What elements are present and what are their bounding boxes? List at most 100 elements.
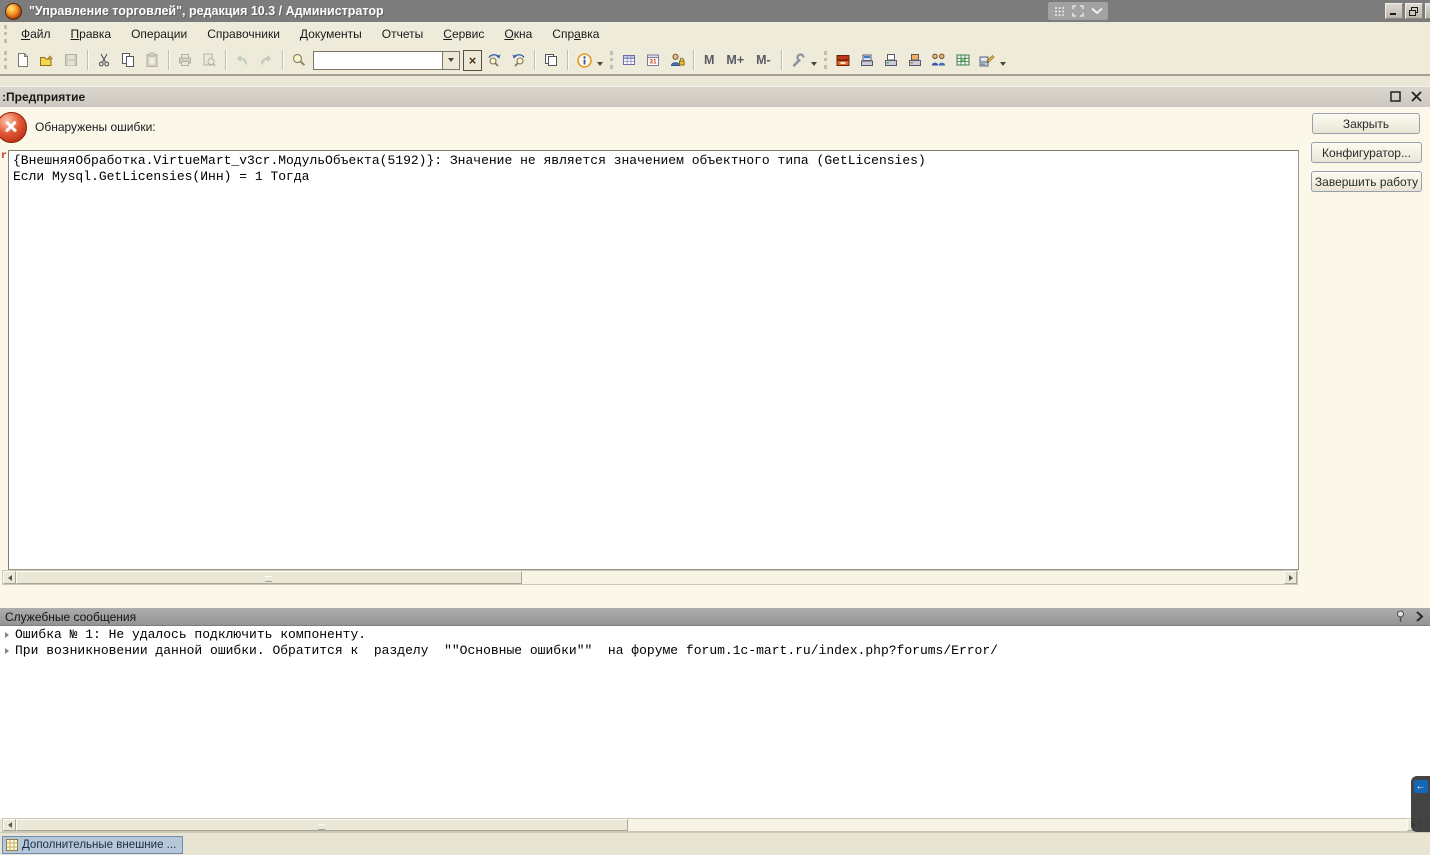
price-table-icon[interactable]: $ (951, 49, 975, 71)
menu-windows[interactable]: Окна (494, 24, 542, 44)
wrench-icon[interactable] (786, 49, 810, 71)
restore-button[interactable] (1405, 3, 1423, 19)
menu-label: Операции (131, 27, 187, 41)
paste-icon[interactable] (140, 49, 164, 71)
grid-dots-icon[interactable] (1054, 6, 1065, 17)
windows-copy-icon[interactable] (539, 49, 563, 71)
menu-reports[interactable]: Отчеты (372, 24, 433, 44)
menu-help[interactable]: Справка (542, 24, 609, 44)
close-dialog-button[interactable]: Закрыть (1312, 113, 1420, 134)
search-combobox (313, 51, 460, 70)
menu-label: окументы (308, 27, 362, 41)
info-icon[interactable] (572, 49, 596, 71)
scrollbar-track[interactable] (628, 819, 1407, 831)
menu-label: Д (300, 27, 308, 41)
menu-label: айл (30, 27, 50, 41)
dropdown-arrow-icon (448, 58, 454, 62)
menu-label: кна (514, 27, 533, 41)
window-taskbar: Дополнительные внешние ... (0, 832, 1430, 855)
calendar-icon[interactable]: 31 (641, 49, 665, 71)
menu-directories[interactable]: Справочники (197, 24, 290, 44)
error-margin-marker: r (1, 151, 7, 162)
memory-recall-button[interactable]: M (698, 53, 720, 67)
menu-label: Справочники (207, 27, 280, 41)
scrollbar-track[interactable] (522, 571, 1284, 584)
search-icon[interactable] (287, 49, 311, 71)
cut-icon[interactable] (92, 49, 116, 71)
expand-arrows-icon[interactable] (1072, 5, 1084, 17)
scrollbar-thumb[interactable] (16, 571, 522, 584)
application-window: "Управление торговлей", редакция 10.3 / … (0, 0, 1430, 855)
arrow-left-icon (8, 575, 12, 581)
toolbar-separator (693, 50, 694, 70)
title-bar: "Управление торговлей", редакция 10.3 / … (0, 0, 1430, 22)
shutdown-button[interactable]: Завершить работу (1311, 171, 1422, 192)
wrench-dropdown-icon[interactable] (811, 62, 817, 66)
customers-icon[interactable] (927, 49, 951, 71)
cash-drawer-icon[interactable] (831, 49, 855, 71)
memory-subtract-button[interactable]: M- (750, 53, 777, 67)
message-row[interactable]: При возникновении данной ошибки. Обратит… (0, 643, 1430, 659)
calc-edit-icon[interactable] (975, 49, 999, 71)
service-messages-title: Служебные сообщения (5, 610, 136, 624)
svg-text:31: 31 (649, 59, 657, 66)
toolbar-grip[interactable] (610, 51, 613, 69)
service-messages-header[interactable]: Служебные сообщения (0, 608, 1430, 626)
user-lock-icon[interactable] (665, 49, 689, 71)
scroll-left-button[interactable] (3, 571, 16, 584)
minimize-button[interactable] (1385, 3, 1403, 19)
table-icon[interactable] (617, 49, 641, 71)
toolbar-grip[interactable] (4, 25, 7, 43)
toolbar-separator (781, 50, 782, 70)
taskbar-tab-active[interactable]: Дополнительные внешние ... (2, 836, 183, 854)
find-previous-icon[interactable] (506, 49, 530, 71)
menu-label: равка (79, 27, 111, 41)
print-icon[interactable] (173, 49, 197, 71)
print-preview-icon[interactable] (197, 49, 221, 71)
scrollbar-thumb[interactable] (16, 819, 628, 831)
arrow-left-icon (8, 822, 12, 828)
overlay-back-button[interactable]: ← (1414, 780, 1428, 793)
toolbar-grip[interactable] (824, 51, 827, 69)
cash-register-icon[interactable] (855, 49, 879, 71)
toolbar-separator (282, 50, 283, 70)
search-clear-button[interactable]: × (463, 50, 482, 71)
mdi-maximize-button[interactable] (1387, 89, 1403, 104)
mdi-close-button[interactable] (1408, 89, 1424, 104)
memory-add-button[interactable]: M+ (720, 53, 750, 67)
close-button[interactable] (1425, 3, 1430, 19)
copy-icon[interactable] (116, 49, 140, 71)
menu-operations[interactable]: Операции (121, 24, 197, 44)
mdi-window-title: :Предприятие (2, 90, 85, 104)
fiscal-printer-icon[interactable] (903, 49, 927, 71)
open-icon[interactable] (35, 49, 59, 71)
back-icon[interactable] (230, 49, 254, 71)
chevron-down-icon[interactable] (1091, 7, 1103, 15)
window-title: "Управление торговлей", редакция 10.3 / … (29, 4, 384, 18)
menu-label: О (504, 27, 513, 41)
menu-edit[interactable]: Правка (61, 24, 122, 44)
menu-documents[interactable]: Документы (290, 24, 372, 44)
calc-dropdown-icon[interactable] (1000, 62, 1006, 66)
find-next-icon[interactable] (482, 49, 506, 71)
scroll-right-button[interactable] (1284, 571, 1297, 584)
error-text-area[interactable]: {ВнешняяОбработка.VirtueMart_v3cr.Модуль… (8, 150, 1299, 570)
receipt-printer-icon[interactable] (879, 49, 903, 71)
info-dropdown-icon[interactable] (597, 62, 603, 66)
titlebar-mini-toolbar (1048, 2, 1108, 20)
pin-icon[interactable] (1395, 610, 1406, 623)
chevron-right-icon[interactable] (1415, 610, 1424, 623)
configurator-button[interactable]: Конфигуратор... (1311, 142, 1422, 163)
messages-hscrollbar (2, 818, 1421, 832)
scroll-left-button[interactable] (3, 819, 16, 831)
new-document-icon[interactable] (11, 49, 35, 71)
search-input[interactable] (313, 51, 442, 70)
message-row[interactable]: Ошибка № 1: Не удалось подключить компон… (0, 627, 1430, 643)
menu-service[interactable]: Сервис (433, 24, 494, 44)
save-icon[interactable] (59, 49, 83, 71)
search-dropdown-button[interactable] (442, 51, 460, 70)
forward-icon[interactable] (254, 49, 278, 71)
toolbar-grip[interactable] (4, 51, 7, 69)
message-text: Ошибка № 1: Не удалось подключить компон… (15, 627, 366, 643)
menu-file[interactable]: Файл (11, 24, 61, 44)
